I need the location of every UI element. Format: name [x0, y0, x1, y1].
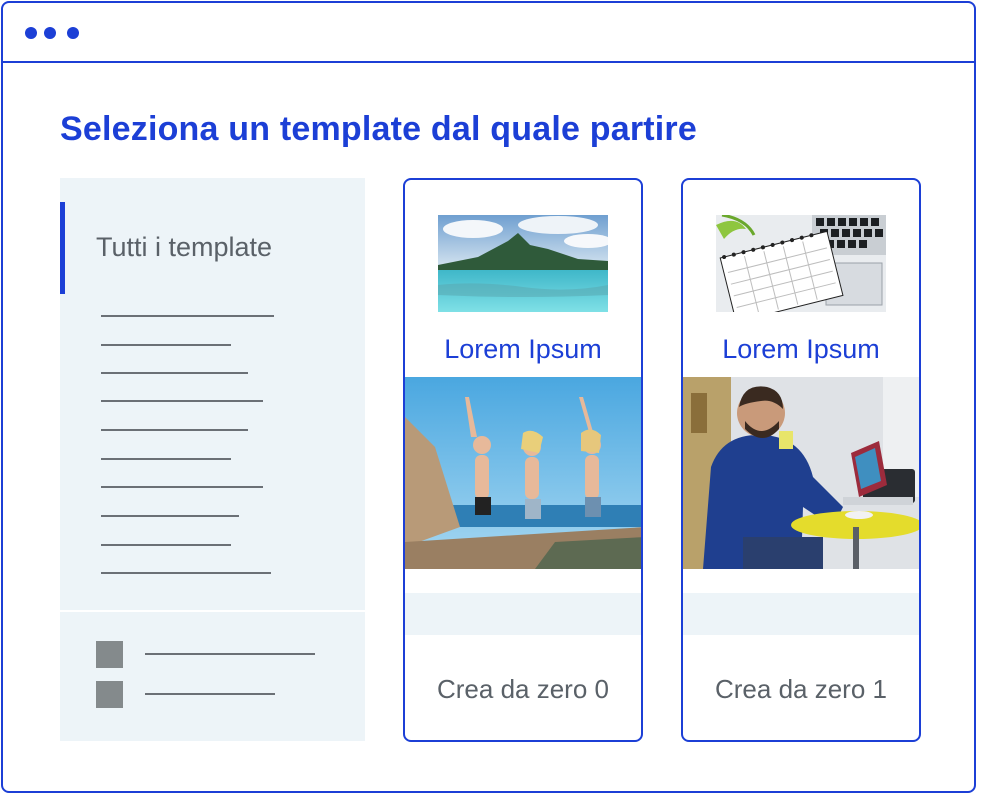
footer-placeholder-line: [145, 693, 275, 695]
friends-jumping-beach-image: [405, 377, 641, 569]
window-dot-icon: [25, 27, 37, 39]
sidebar-placeholder-line[interactable]: [101, 372, 248, 374]
template-card[interactable]: Lorem Ipsum Crea da zero 1: [681, 178, 921, 742]
sidebar-placeholder-line[interactable]: [101, 458, 231, 460]
man-reading-coffee-image: [683, 377, 919, 569]
sidebar-placeholder-line[interactable]: [101, 515, 239, 517]
sidebar-placeholder-line[interactable]: [101, 429, 248, 431]
template-name[interactable]: Lorem Ipsum: [405, 334, 641, 365]
window-titlebar: [3, 3, 974, 63]
planner-keyboard-image: [716, 215, 886, 312]
create-from-scratch-button[interactable]: Crea da zero 0: [405, 674, 641, 705]
sidebar-item-all-templates[interactable]: Tutti i template: [96, 232, 272, 263]
template-name[interactable]: Lorem Ipsum: [683, 334, 919, 365]
window-dot-icon: [67, 27, 79, 39]
card-divider-strip: [405, 593, 641, 635]
window-dot-icon: [44, 27, 56, 39]
footer-placeholder-line: [145, 653, 315, 655]
sidebar-placeholder-line[interactable]: [101, 544, 231, 546]
tropical-island-image: [438, 215, 608, 312]
sidebar-placeholder-line[interactable]: [101, 486, 263, 488]
template-sidebar: Tutti i template: [60, 178, 365, 741]
template-card[interactable]: Lorem Ipsum Crea da zero 0: [403, 178, 643, 742]
checkbox-icon[interactable]: [96, 681, 123, 708]
create-from-scratch-button[interactable]: Crea da zero 1: [683, 674, 919, 705]
card-divider-strip: [683, 593, 919, 635]
sidebar-placeholder-line[interactable]: [101, 572, 271, 574]
page-title: Seleziona un template dal quale partire: [60, 110, 697, 148]
checkbox-icon[interactable]: [96, 641, 123, 668]
sidebar-active-indicator: [60, 202, 65, 294]
sidebar-placeholder-line[interactable]: [101, 315, 274, 317]
sidebar-divider: [60, 610, 365, 612]
sidebar-placeholder-line[interactable]: [101, 400, 263, 402]
sidebar-placeholder-line[interactable]: [101, 344, 231, 346]
